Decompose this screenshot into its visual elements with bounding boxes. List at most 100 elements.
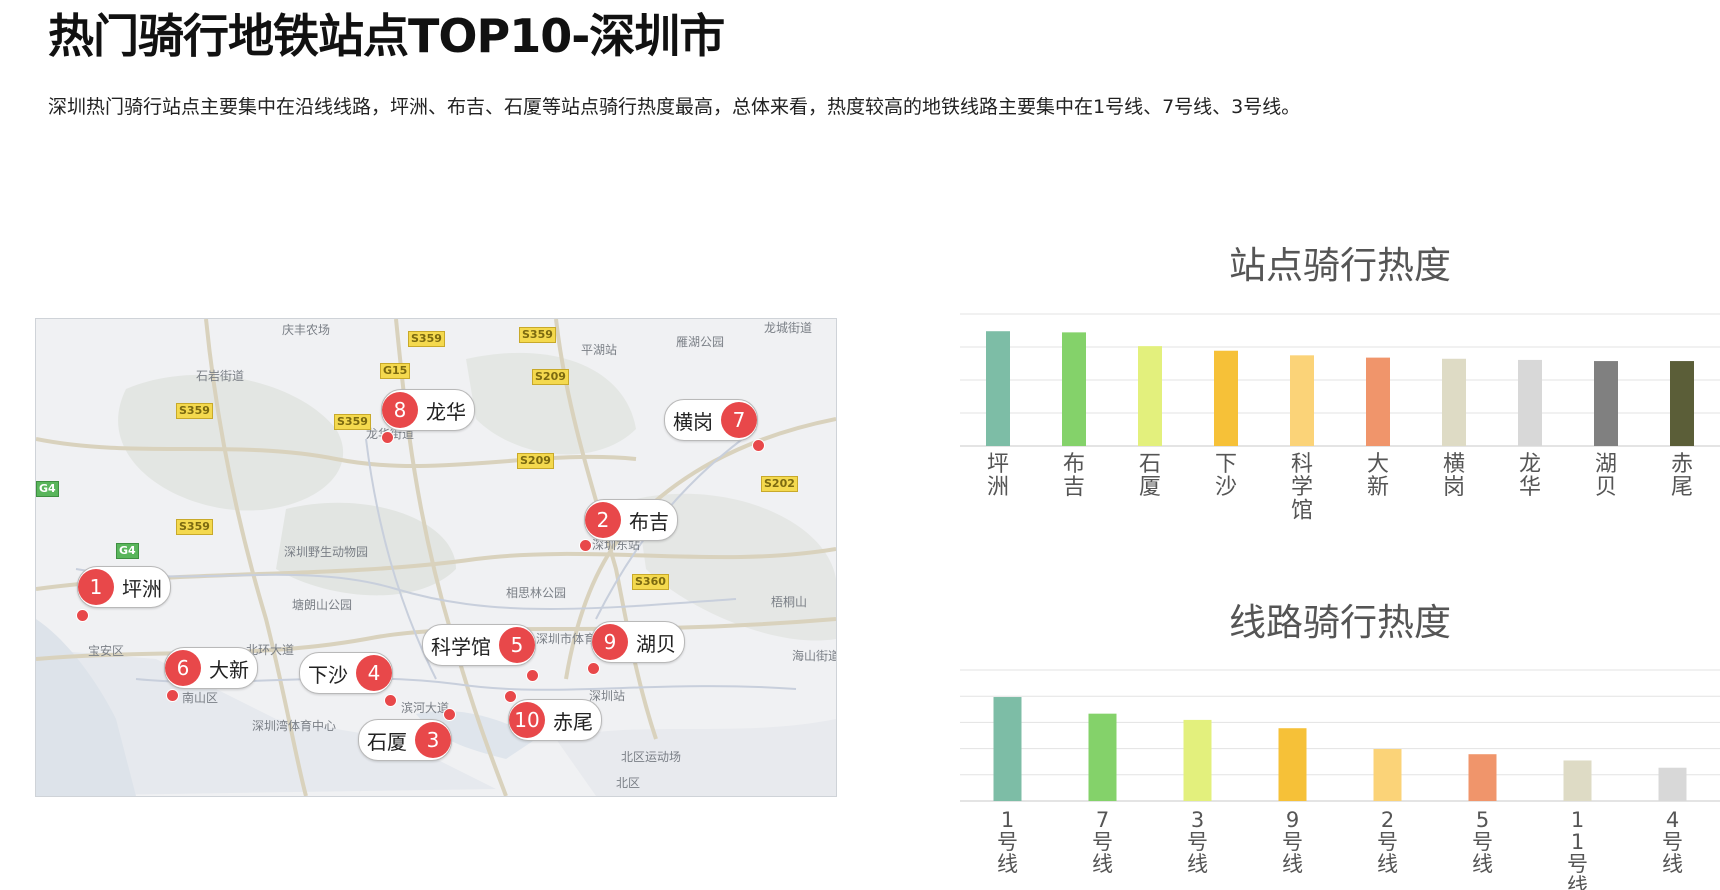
station-dot[interactable] xyxy=(587,662,600,675)
road-shield: G15 xyxy=(380,363,411,379)
rank-badge: 1 xyxy=(78,569,114,605)
station-marker-xiasha[interactable]: 4 下沙 xyxy=(299,652,393,694)
category-label: 9 号线 xyxy=(1282,808,1303,876)
station-marker-pingzhou[interactable]: 1 坪洲 xyxy=(77,566,171,608)
road-shield: S209 xyxy=(532,369,569,385)
bar[interactable] xyxy=(1442,358,1466,446)
station-marker-shixia[interactable]: 3 石厦 xyxy=(358,719,452,761)
rank-badge: 8 xyxy=(382,392,418,428)
station-name: 科学馆 xyxy=(431,634,491,659)
category-label: 石厦 xyxy=(1139,452,1161,500)
bar[interactable] xyxy=(1518,359,1542,446)
station-dot[interactable] xyxy=(504,690,517,703)
station-heat-chart: 坪洲 布吉 石厦 下沙 科学馆 大新 横岗 龙华 湖贝 赤尾 xyxy=(960,313,1720,523)
category-label: 7 号线 xyxy=(1092,808,1113,876)
station-name: 横岗 xyxy=(673,409,713,434)
station-marker-longhua[interactable]: 8 龙华 xyxy=(381,389,475,431)
category-label: 1 1 号线 xyxy=(1567,808,1588,890)
category-label: 2 号线 xyxy=(1377,808,1398,876)
bar[interactable] xyxy=(1594,361,1618,446)
bar[interactable] xyxy=(1373,749,1402,801)
station-marker-henggang[interactable]: 7 横岗 xyxy=(664,399,758,441)
category-label: 龙华 xyxy=(1519,452,1541,500)
rank-badge: 3 xyxy=(415,722,451,758)
rank-badge: 7 xyxy=(721,402,757,438)
station-dot[interactable] xyxy=(579,539,592,552)
station-marker-buji[interactable]: 2 布吉 xyxy=(584,499,678,541)
map-label: 庆丰农场 xyxy=(282,323,331,337)
station-dot[interactable] xyxy=(76,609,89,622)
map-label: 深圳站 xyxy=(589,689,626,703)
map-label: 雁湖公园 xyxy=(676,335,725,349)
category-label: 坪洲 xyxy=(987,452,1009,500)
station-map[interactable]: 庆丰农场 石岩街道 平湖站 雁湖公园 龙城街道 深圳野生动物园 塘朗山公园 相思… xyxy=(35,318,837,797)
bar[interactable] xyxy=(986,331,1010,446)
category-label: 5 号线 xyxy=(1472,808,1493,876)
bar[interactable] xyxy=(1290,355,1314,446)
map-label: 北区 xyxy=(616,776,641,790)
rank-badge: 6 xyxy=(165,650,201,686)
station-name: 布吉 xyxy=(629,509,669,534)
map-label: 滨河大道 xyxy=(401,701,450,715)
road-shield: S359 xyxy=(408,331,445,347)
map-label: 北区运动场 xyxy=(621,750,682,764)
category-label: 4 号线 xyxy=(1662,808,1683,876)
category-label: 湖贝 xyxy=(1595,452,1617,500)
bar[interactable] xyxy=(1214,350,1238,446)
map-label: 深圳野生动物园 xyxy=(284,545,369,559)
rank-badge: 2 xyxy=(585,502,621,538)
road-shield: S202 xyxy=(761,476,798,492)
bar[interactable] xyxy=(1183,719,1212,801)
bar[interactable] xyxy=(1088,713,1117,801)
map-label: 海山街道 xyxy=(792,649,837,663)
station-name: 坪洲 xyxy=(122,576,162,601)
rank-badge: 4 xyxy=(356,655,392,691)
road-shield: S360 xyxy=(632,574,669,590)
bar[interactable] xyxy=(1062,332,1086,446)
bar[interactable] xyxy=(1563,760,1592,801)
category-label: 横岗 xyxy=(1443,452,1465,500)
map-label: 相思林公园 xyxy=(506,586,567,600)
category-label: 下沙 xyxy=(1215,452,1237,500)
line-chart-title: 线路骑行热度 xyxy=(1229,601,1451,644)
bar[interactable] xyxy=(1468,754,1497,801)
station-name: 赤尾 xyxy=(553,709,593,734)
station-dot[interactable] xyxy=(526,669,539,682)
bar[interactable] xyxy=(993,697,1022,801)
station-dot[interactable] xyxy=(166,689,179,702)
map-label: 塘朗山公园 xyxy=(292,598,353,612)
map-label: 龙城街道 xyxy=(764,321,813,335)
station-name: 下沙 xyxy=(308,662,348,687)
station-marker-hubei[interactable]: 9 湖贝 xyxy=(591,621,685,663)
station-marker-daxin[interactable]: 6 大新 xyxy=(164,647,258,689)
road-shield: G4 xyxy=(116,543,139,559)
category-label: 3 号线 xyxy=(1187,808,1208,876)
bar[interactable] xyxy=(1658,767,1687,801)
bar[interactable] xyxy=(1366,357,1390,446)
station-dot[interactable] xyxy=(384,694,397,707)
road-shield: S359 xyxy=(176,403,213,419)
station-name: 湖贝 xyxy=(636,631,676,656)
station-name: 大新 xyxy=(209,657,249,682)
road-shield: S359 xyxy=(176,519,213,535)
bar[interactable] xyxy=(1278,728,1307,801)
line-heat-chart: 1 号线 7 号线 3 号线 9 号线 2 号线 5 号线 1 1 号线 4 号线 xyxy=(960,669,1720,890)
map-label: 深圳湾体育中心 xyxy=(252,719,337,733)
bar[interactable] xyxy=(1670,361,1694,446)
station-dot[interactable] xyxy=(752,439,765,452)
rank-badge: 10 xyxy=(509,702,545,738)
bar[interactable] xyxy=(1138,346,1162,446)
category-label: 大新 xyxy=(1367,452,1389,500)
station-dot[interactable] xyxy=(381,431,394,444)
road-shield: G4 xyxy=(36,481,59,497)
station-marker-chiwei[interactable]: 10 赤尾 xyxy=(508,699,602,741)
map-label: 石岩街道 xyxy=(196,369,245,383)
category-label: 布吉 xyxy=(1063,452,1085,500)
road-shield: S359 xyxy=(519,327,556,343)
station-marker-kexueguan[interactable]: 5 科学馆 xyxy=(422,624,536,666)
road-shield: S209 xyxy=(517,453,554,469)
map-label: 平湖站 xyxy=(581,343,618,357)
page-subtitle: 深圳热门骑行站点主要集中在沿线线路，坪洲、布吉、石厦等站点骑行热度最高，总体来看… xyxy=(48,96,1301,118)
station-name: 龙华 xyxy=(426,399,466,424)
station-dot[interactable] xyxy=(443,708,456,721)
